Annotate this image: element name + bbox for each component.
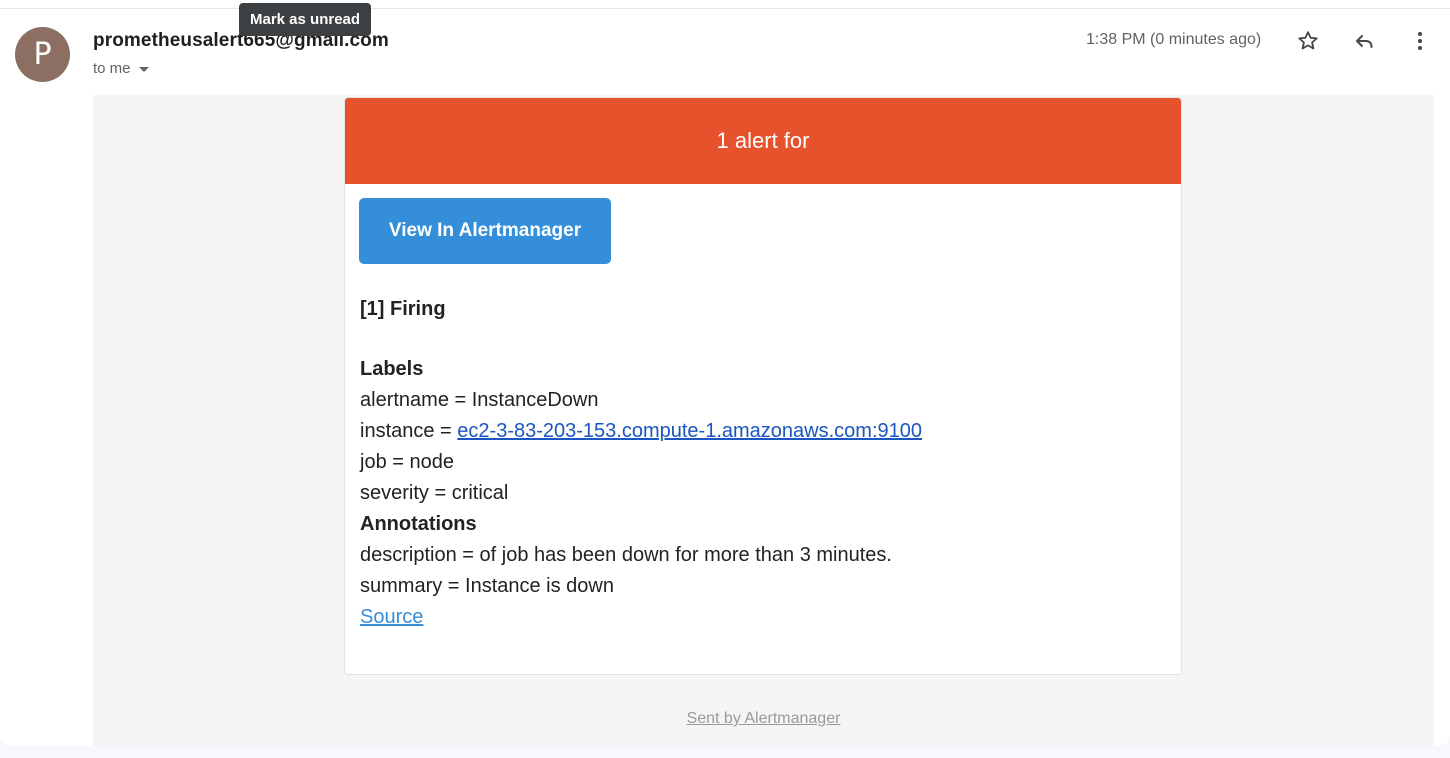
star-icon[interactable] <box>1294 27 1322 55</box>
recipient-label: to me <box>93 60 131 77</box>
more-vert-icon[interactable] <box>1406 27 1434 55</box>
label-job: job = node <box>360 451 454 473</box>
timestamp: 1:38 PM (0 minutes ago) <box>1086 31 1262 48</box>
label-severity: severity = critical <box>360 482 509 504</box>
annotations-heading: Annotations <box>360 513 477 535</box>
label-instance: instance = ec2-3-83-203-153.compute-1.am… <box>360 416 922 447</box>
source-link[interactable]: Source <box>360 606 423 628</box>
tooltip: Mark as unread <box>239 3 372 36</box>
sent-by-link[interactable]: Sent by Alertmanager <box>687 710 841 727</box>
alert-details: [1] Firing Labels alertname = InstanceDo… <box>360 294 922 633</box>
email-view: P prometheusalert665@gmail.com to me Mar… <box>0 0 1450 746</box>
divider <box>0 8 1450 9</box>
recipient-details-toggle[interactable]: to me <box>93 60 149 77</box>
label-alertname: alertname = InstanceDown <box>360 389 599 411</box>
avatar[interactable]: P <box>15 27 70 82</box>
firing-heading: [1] Firing <box>360 298 446 320</box>
instance-prefix: instance = <box>360 420 458 442</box>
caret-down-icon[interactable] <box>138 67 149 72</box>
annotation-summary: summary = Instance is down <box>360 575 614 597</box>
footer: Sent by Alertmanager <box>93 710 1434 728</box>
alert-card: 1 alert for View In Alertmanager [1] Fir… <box>344 97 1182 675</box>
alert-banner: 1 alert for <box>345 98 1181 184</box>
instance-link[interactable]: ec2-3-83-203-153.compute-1.amazonaws.com… <box>457 420 922 442</box>
email-body: 1 alert for View In Alertmanager [1] Fir… <box>93 95 1434 746</box>
annotation-description: description = of job has been down for m… <box>360 544 892 566</box>
view-in-alertmanager-button[interactable]: View In Alertmanager <box>359 198 611 264</box>
reply-icon[interactable] <box>1350 27 1378 55</box>
labels-heading: Labels <box>360 358 424 380</box>
